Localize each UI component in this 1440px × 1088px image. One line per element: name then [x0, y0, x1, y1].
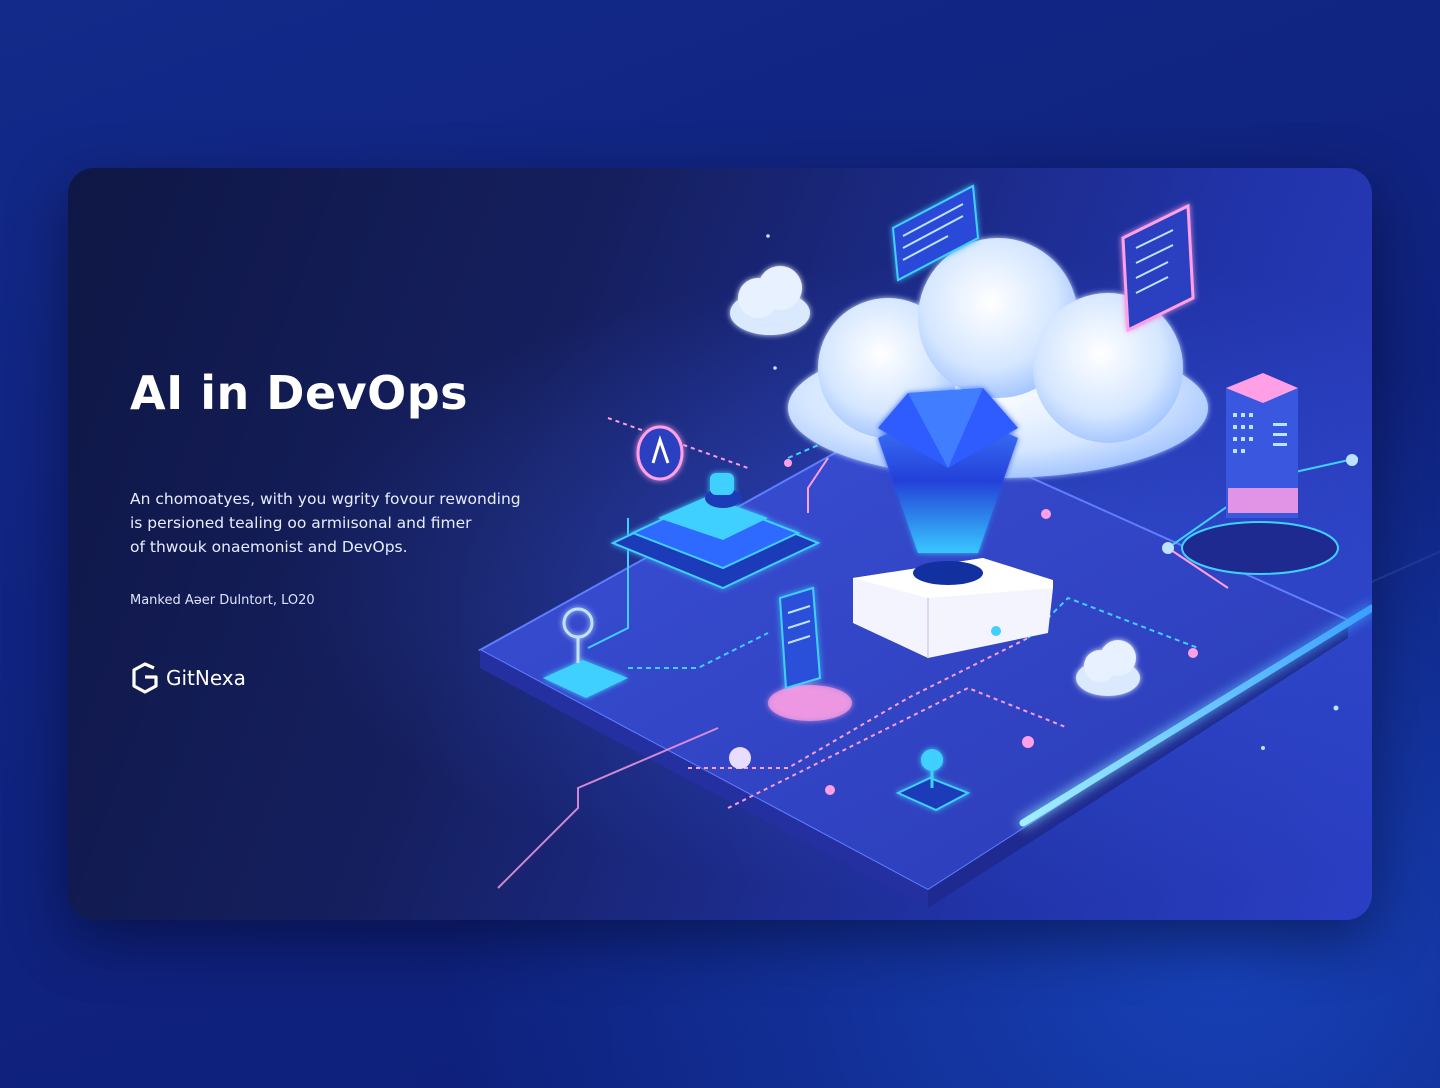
description-line: of thwouk onaemonist and DevOps.	[130, 537, 408, 556]
brand-name: GitNexa	[166, 666, 246, 690]
ai-badge-icon	[636, 425, 684, 481]
page-title: AI in DevOps	[130, 366, 469, 420]
brand-logo[interactable]: GitNexa	[130, 662, 246, 694]
mobile-phone-icon	[1121, 203, 1195, 333]
hero-text-column: AI in DevOps An chomoatyes, with you wgr…	[130, 366, 590, 694]
small-cloud-icon	[730, 266, 810, 335]
gitnexa-logo-icon	[132, 662, 158, 694]
hero-card: AI in DevOps An chomoatyes, with you wgr…	[68, 168, 1372, 920]
hero-description: An chomoatyes, with you wgrity fovour re…	[130, 487, 590, 559]
hero-meta-text: Manked Aǝer Dulntort, LO20	[130, 592, 315, 608]
description-line: is persioned tealing oo armiısonal and f…	[130, 513, 472, 532]
description-line: An chomoatyes, with you wgrity fovour re…	[130, 489, 521, 508]
